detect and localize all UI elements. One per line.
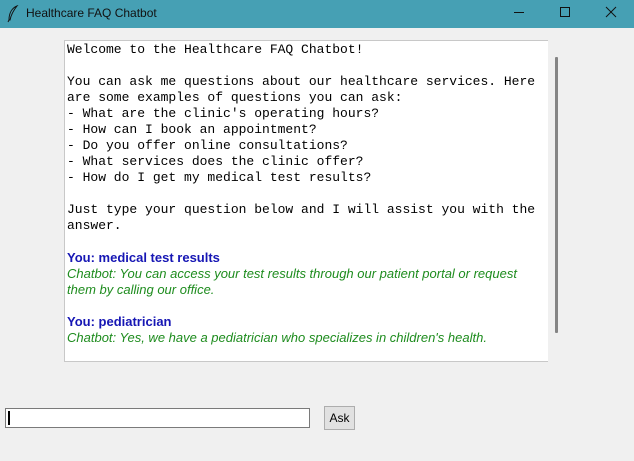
bot-message: Chatbot: You can access your test result… [67, 266, 517, 297]
chat-log[interactable]: Welcome to the Healthcare FAQ Chatbot! Yo… [64, 40, 548, 362]
chat-scrollbar[interactable] [548, 40, 560, 362]
intro-line: You can ask me questions about our healt… [67, 74, 536, 89]
app-window: Healthcare FAQ Chatbot Welcome to the He… [0, 0, 634, 461]
intro-line: - What services does the clinic offer? [67, 154, 364, 169]
welcome-message: Welcome to the Healthcare FAQ Chatbot! Yo… [67, 42, 548, 234]
intro-line: - What are the clinic's operating hours? [67, 106, 380, 121]
message-gap [67, 234, 548, 250]
minimize-icon [513, 5, 525, 23]
intro-line: - Do you offer online consultations? [67, 138, 348, 153]
close-icon [605, 5, 617, 23]
intro-line: - How can I book an appointment? [67, 122, 317, 137]
message-list: You: medical test results Chatbot: You ca… [67, 234, 548, 346]
user-message: You: medical test results [67, 250, 220, 265]
minimize-button[interactable] [496, 0, 542, 28]
feather-icon [6, 4, 20, 23]
bot-message: Chatbot: Yes, we have a pediatrician who… [67, 330, 487, 345]
question-input[interactable] [5, 408, 310, 428]
intro-line: Just type your question below and I will… [67, 202, 536, 217]
close-button[interactable] [588, 0, 634, 28]
message-gap [67, 298, 548, 314]
maximize-button[interactable] [542, 0, 588, 28]
maximize-icon [559, 5, 571, 23]
ask-button[interactable]: Ask [324, 406, 355, 430]
scrollbar-thumb[interactable] [555, 57, 558, 333]
text-caret [8, 411, 10, 425]
title-bar[interactable]: Healthcare FAQ Chatbot [0, 0, 634, 28]
window-title: Healthcare FAQ Chatbot [26, 6, 157, 20]
intro-line: Welcome to the Healthcare FAQ Chatbot! [67, 42, 364, 57]
intro-line: are some examples of questions you can a… [67, 90, 403, 105]
intro-line: answer. [67, 218, 122, 233]
chat-content: Welcome to the Healthcare FAQ Chatbot! Yo… [67, 42, 548, 346]
intro-line: - How do I get my medical test results? [67, 170, 372, 185]
user-message: You: pediatrician [67, 314, 172, 329]
